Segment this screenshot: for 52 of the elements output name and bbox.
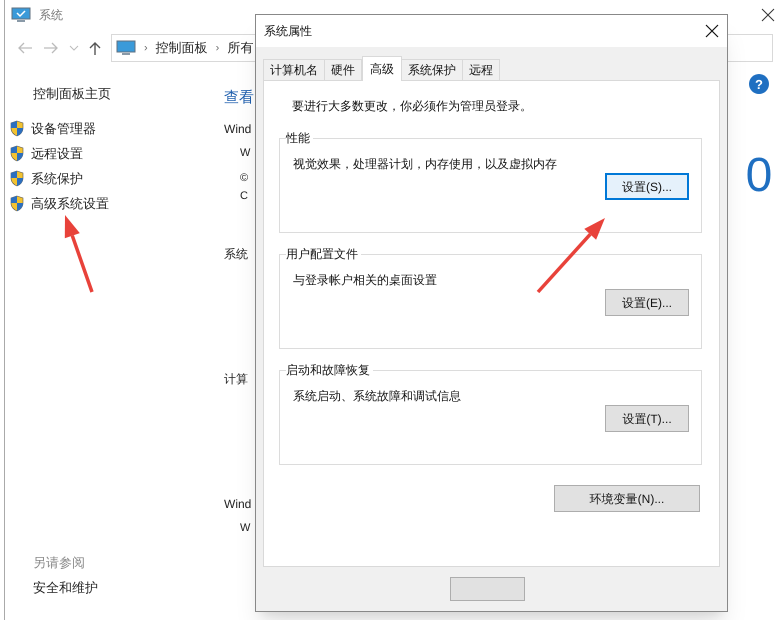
sidebar-link[interactable]: 设备管理器 <box>31 118 96 138</box>
group-description: 视觉效果，处理器计划，内存使用，以及虚拟内存 <box>292 156 558 173</box>
large-digit: 0 <box>746 152 772 200</box>
section-heading: 计算 <box>224 372 248 386</box>
help-icon[interactable]: ? <box>749 74 769 94</box>
group-title: 性能 <box>286 130 311 147</box>
close-icon[interactable] <box>705 24 719 38</box>
info-text: © <box>240 172 248 184</box>
back-arrow-icon[interactable] <box>17 42 33 54</box>
dialog-title: 系统属性 <box>264 23 312 40</box>
environment-variables-button[interactable]: 环境变量(N)... <box>554 485 700 512</box>
shield-icon <box>9 145 25 162</box>
tab[interactable]: 高级 <box>362 56 402 81</box>
section-heading: Wind <box>224 122 252 136</box>
shield-icon <box>9 170 25 187</box>
info-text: C <box>240 190 248 202</box>
up-arrow-icon[interactable] <box>89 41 101 56</box>
close-icon[interactable] <box>761 8 775 22</box>
settings-button[interactable]: 设置(S)... <box>605 173 689 200</box>
shield-icon <box>9 120 25 137</box>
section-heading: Wind <box>224 497 252 511</box>
info-text: W <box>240 522 250 534</box>
chevron-down-icon[interactable] <box>69 45 79 52</box>
sidebar-link[interactable]: 高级系统设置 <box>31 194 109 214</box>
breadcrumb[interactable]: 所有 <box>227 38 254 58</box>
monitor-icon <box>116 40 136 56</box>
group-title: 启动和故障恢复 <box>286 362 371 379</box>
breadcrumb-separator: › <box>216 40 220 56</box>
window-title: 系统 <box>39 7 63 24</box>
monitor-icon <box>11 7 31 24</box>
group-description: 系统启动、系统故障和调试信息 <box>292 388 462 405</box>
breadcrumb-separator: › <box>144 40 148 56</box>
sidebar-link[interactable]: 控制面板主页 <box>9 84 224 108</box>
dialog-button[interactable] <box>450 577 525 601</box>
shield-icon <box>9 195 25 212</box>
sidebar-link[interactable]: 安全和维护 <box>9 578 224 602</box>
sidebar-link[interactable]: 系统保护 <box>31 168 83 188</box>
forward-arrow-icon[interactable] <box>43 42 59 54</box>
sidebar-link[interactable]: 远程设置 <box>31 144 83 164</box>
group-title: 用户配置文件 <box>286 246 359 263</box>
section-heading: 另请参阅 <box>32 554 86 572</box>
tab[interactable]: 硬件 <box>324 59 362 80</box>
admin-notice: 要进行大多数更改，你必须作为管理员登录。 <box>291 98 533 115</box>
page-heading: 查看 <box>224 89 254 106</box>
tab[interactable]: 计算机名 <box>263 59 325 80</box>
settings-button[interactable]: 设置(T)... <box>605 405 689 432</box>
section-heading: 系统 <box>224 247 248 261</box>
info-text: W <box>240 147 250 159</box>
settings-button[interactable]: 设置(E)... <box>605 289 689 316</box>
group-description: 与登录帐户相关的桌面设置 <box>292 272 438 289</box>
breadcrumb[interactable]: 控制面板 <box>156 38 208 58</box>
tab[interactable]: 远程 <box>462 59 500 80</box>
